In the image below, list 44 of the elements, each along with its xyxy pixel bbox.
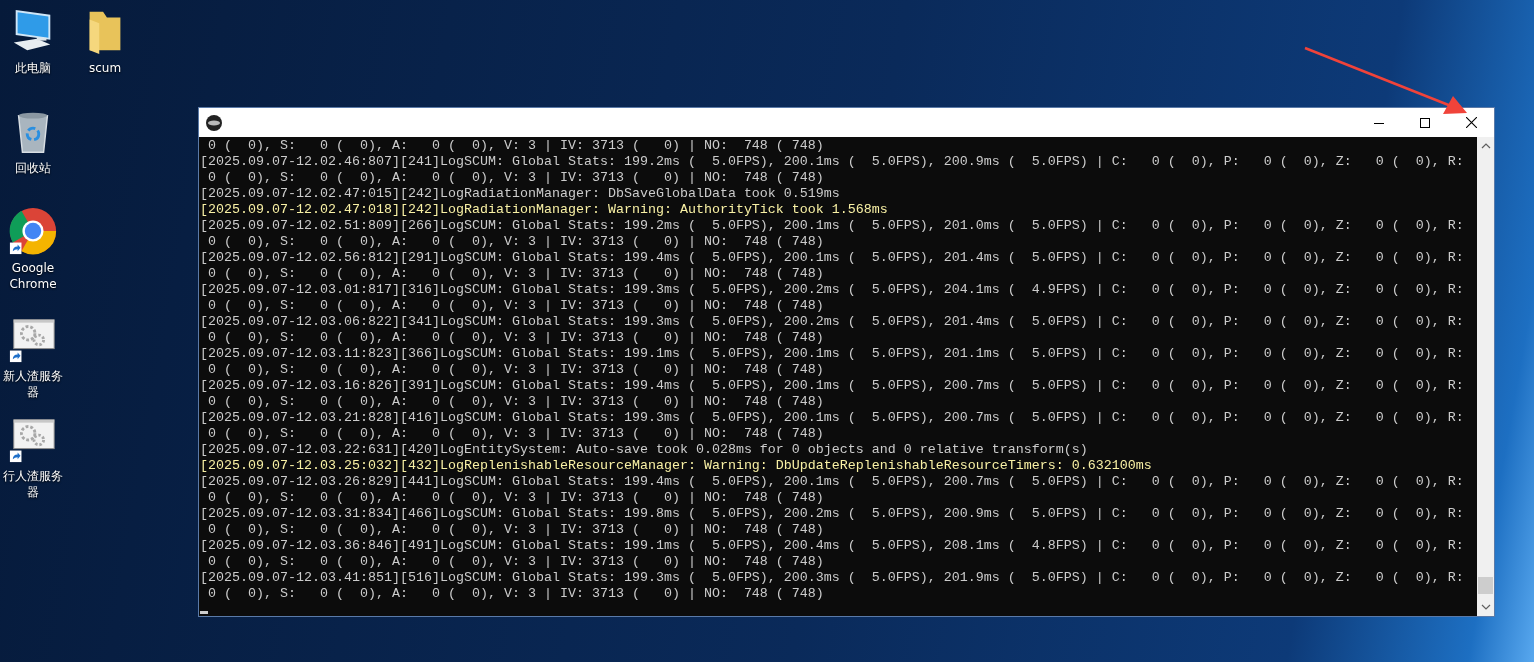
console-line: [2025.09.07-12.03.21:828][416]LogSCUM: Global Stats: 199.3ms ( 5.0FPS), 200.1ms ( 5.0FPS), 200.7ms ( 5.0FPS) | C: 0 ( 0), P: 0 ( 0), Z: 0 ( 0), R:	[200, 410, 1465, 426]
console-line: 0 ( 0), S: 0 ( 0), A: 0 ( 0), V: 3 | IV: 3713 ( 0) | NO: 748 ( 748)	[207, 138, 825, 154]
desktop-icon-label[interactable]: 此电脑	[1, 60, 65, 76]
desktop-icon-label[interactable]: 新人渣服务器	[1, 368, 65, 400]
browser-logo-icon[interactable]	[8, 206, 58, 256]
console-line: 0 ( 0), S: 0 ( 0), A: 0 ( 0), V: 3 | IV: 3713 ( 0) | NO: 748 ( 748)	[207, 330, 825, 346]
console-line: 0 ( 0), S: 0 ( 0), A: 0 ( 0), V: 3 | IV: 3713 ( 0) | NO: 748 ( 748)	[207, 170, 825, 186]
app-logo-icon	[206, 114, 222, 131]
console-line: 0 ( 0), S: 0 ( 0), A: 0 ( 0), V: 3 | IV: 3713 ( 0) | NO: 748 ( 748)	[207, 234, 825, 250]
console-line: 0 ( 0), S: 0 ( 0), A: 0 ( 0), V: 3 | IV: 3713 ( 0) | NO: 748 ( 748)	[207, 266, 825, 282]
scroll-up-icon[interactable]	[1480, 143, 1491, 149]
maximize-icon	[1420, 117, 1430, 128]
console-line: 0 ( 0), S: 0 ( 0), A: 0 ( 0), V: 3 | IV: 3713 ( 0) | NO: 748 ( 748)	[207, 426, 825, 442]
console-line: 0 ( 0), S: 0 ( 0), A: 0 ( 0), V: 3 | IV: 3713 ( 0) | NO: 748 ( 748)	[207, 362, 825, 378]
desktop-icon-label[interactable]: 行人渣服务器	[1, 468, 65, 500]
scroll-down-icon[interactable]	[1480, 604, 1491, 610]
scrollbar-thumb[interactable]	[1478, 577, 1493, 594]
console-line: [2025.09.07-12.03.16:826][391]LogSCUM: Global Stats: 199.4ms ( 5.0FPS), 200.1ms ( 5.0FPS), 200.7ms ( 5.0FPS) | C: 0 ( 0), P: 0 ( 0), Z: 0 ( 0), R:	[200, 378, 1465, 394]
console-line: 0 ( 0), S: 0 ( 0), A: 0 ( 0), V: 3 | IV: 3713 ( 0) | NO: 748 ( 748)	[207, 490, 825, 506]
console-line: [2025.09.07-12.03.36:846][491]LogSCUM: Global Stats: 199.1ms ( 5.0FPS), 200.4ms ( 5.0FPS), 208.1ms ( 4.8FPS) | C: 0 ( 0), P: 0 ( 0), Z: 0 ( 0), R:	[200, 538, 1465, 554]
console-line: [2025.09.07-12.02.51:809][266]LogSCUM: Global Stats: 199.2ms ( 5.0FPS), 200.1ms ( 5.0FPS), 201.0ms ( 5.0FPS) | C: 0 ( 0), P: 0 ( 0), Z: 0 ( 0), R:	[200, 218, 1465, 234]
console-line: 0 ( 0), S: 0 ( 0), A: 0 ( 0), V: 3 | IV: 3713 ( 0) | NO: 748 ( 748)	[207, 298, 825, 314]
text-cursor	[200, 611, 208, 614]
scrollbar[interactable]	[1477, 137, 1494, 616]
console-line: [2025.09.07-12.03.11:823][366]LogSCUM: Global Stats: 199.1ms ( 5.0FPS), 200.1ms ( 5.0FPS), 201.1ms ( 5.0FPS) | C: 0 ( 0), P: 0 ( 0), Z: 0 ( 0), R:	[200, 346, 1465, 362]
desktop-icon-label[interactable]: Google Chrome	[1, 260, 65, 292]
console-line: [2025.09.07-12.03.06:822][341]LogSCUM: Global Stats: 199.3ms ( 5.0FPS), 200.2ms ( 5.0FPS), 201.4ms ( 5.0FPS) | C: 0 ( 0), P: 0 ( 0), Z: 0 ( 0), R:	[200, 314, 1465, 330]
console-line: [2025.09.07-12.02.56:812][291]LogSCUM: Global Stats: 199.4ms ( 5.0FPS), 200.1ms ( 5.0FPS), 201.4ms ( 5.0FPS) | C: 0 ( 0), P: 0 ( 0), Z: 0 ( 0), R:	[200, 250, 1465, 266]
console-line: 0 ( 0), S: 0 ( 0), A: 0 ( 0), V: 3 | IV: 3713 ( 0) | NO: 748 ( 748)	[207, 554, 825, 570]
console-line: 0 ( 0), S: 0 ( 0), A: 0 ( 0), V: 3 | IV: 3713 ( 0) | NO: 748 ( 748)	[207, 522, 825, 538]
console-line: 0 ( 0), S: 0 ( 0), A: 0 ( 0), V: 3 | IV: 3713 ( 0) | NO: 748 ( 748)	[207, 586, 825, 602]
close-icon	[1465, 117, 1477, 128]
console-line: [2025.09.07-12.03.26:829][441]LogSCUM: Global Stats: 199.4ms ( 5.0FPS), 200.1ms ( 5.0FPS), 200.7ms ( 5.0FPS) | C: 0 ( 0), P: 0 ( 0), Z: 0 ( 0), R:	[200, 474, 1465, 490]
console-line: [2025.09.07-12.02.47:015][242]LogRadiationManager: DbSaveGlobalData took 0.519ms	[200, 186, 841, 202]
console-line: [2025.09.07-12.02.47:018][242]LogRadiationManager: Warning: AuthorityTick took 1.568ms	[200, 202, 889, 218]
console-line: [2025.09.07-12.03.41:851][516]LogSCUM: Global Stats: 199.3ms ( 5.0FPS), 200.3ms ( 5.0FPS), 201.9ms ( 5.0FPS) | C: 0 ( 0), P: 0 ( 0), Z: 0 ( 0), R:	[200, 570, 1465, 586]
console-line: [2025.09.07-12.03.31:834][466]LogSCUM: Global Stats: 199.8ms ( 5.0FPS), 200.2ms ( 5.0FPS), 200.9ms ( 5.0FPS) | C: 0 ( 0), P: 0 ( 0), Z: 0 ( 0), R:	[200, 506, 1465, 522]
console-line: 0 ( 0), S: 0 ( 0), A: 0 ( 0), V: 3 | IV: 3713 ( 0) | NO: 748 ( 748)	[207, 394, 825, 410]
console-line: [2025.09.07-12.03.25:032][432]LogReplenishableResourceManager: Warning: DbUpdateReplenishableResourceTimers: 0.632100ms	[200, 458, 1153, 474]
console-line: [2025.09.07-12.03.01:817][316]LogSCUM: Global Stats: 199.3ms ( 5.0FPS), 200.2ms ( 5.0FPS), 204.1ms ( 4.9FPS) | C: 0 ( 0), P: 0 ( 0), Z: 0 ( 0), R:	[200, 282, 1465, 298]
desktop-icon-label[interactable]: scum	[73, 60, 137, 76]
desktop-icon-label[interactable]: 回收站	[1, 160, 65, 176]
console-line: [2025.09.07-12.03.22:631][420]LogEntitySystem: Auto-save took 0.028ms for 0 objects and 0 relative transform(s)	[200, 442, 1089, 458]
console-line: [2025.09.07-12.02.46:807][241]LogSCUM: Global Stats: 199.2ms ( 5.0FPS), 200.1ms ( 5.0FPS), 200.9ms ( 5.0FPS) | C: 0 ( 0), P: 0 ( 0), Z: 0 ( 0), R:	[200, 154, 1465, 170]
